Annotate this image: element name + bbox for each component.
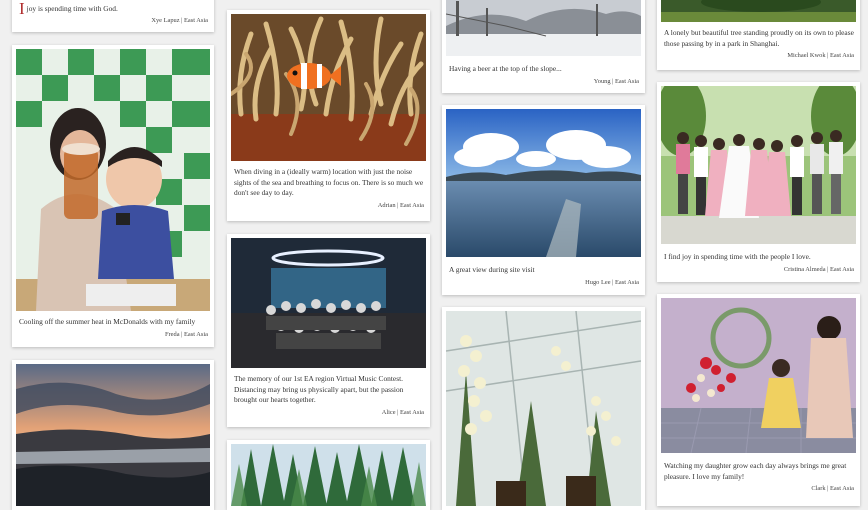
- post-photo-music-contest[interactable]: [231, 238, 426, 368]
- post-card[interactable]: I find joy in spending time with the peo…: [657, 82, 860, 282]
- post-author: Clark | East Asia: [811, 485, 854, 493]
- post-author: Xye Lapuz | East Asia: [151, 17, 208, 24]
- post-card[interactable]: When diving in a (ideally warm) location…: [227, 10, 430, 221]
- post-caption: The memory of our 1st EA region Virtual …: [234, 374, 404, 405]
- post-card[interactable]: A great view during site visit Hugo Lee …: [442, 105, 645, 295]
- post-card[interactable]: A lonely but beautiful tree standing pro…: [657, 0, 860, 70]
- post-caption: Having a beer at the top of the slope...: [449, 64, 562, 73]
- post-card[interactable]: [442, 307, 645, 510]
- post-author: Adrian | East Asia: [377, 202, 424, 210]
- post-caption: Cooling off the summer heat in McDonalds…: [19, 317, 196, 326]
- post-card[interactable]: Having a beer at the top of the slope...…: [442, 0, 645, 93]
- post-card[interactable]: [12, 360, 214, 510]
- post-caption: Watching my daughter grow each day alway…: [664, 461, 847, 481]
- post-author: Young | East Asia: [593, 77, 639, 85]
- post-caption: Ijoy is spending time with God.: [19, 0, 118, 18]
- post-card[interactable]: Ijoy is spending time with God. Xye Lapu…: [12, 0, 214, 32]
- post-photo-orchids[interactable]: [446, 311, 641, 506]
- post-caption: A lonely but beautiful tree standing pro…: [664, 28, 854, 48]
- post-photo-sunset[interactable]: [16, 364, 210, 506]
- post-caption: I find joy in spending time with the peo…: [664, 252, 811, 261]
- post-caption: A great view during site visit: [449, 265, 535, 274]
- post-photo-wedding-group[interactable]: [661, 86, 856, 244]
- post-photo-forest[interactable]: [231, 444, 426, 506]
- post-card[interactable]: Watching my daughter grow each day alway…: [657, 294, 860, 506]
- post-card[interactable]: [227, 440, 430, 510]
- post-photo-lake[interactable]: [446, 109, 641, 257]
- post-author: Hugo Lee | East Asia: [585, 278, 639, 286]
- post-photo-mother-baby[interactable]: [16, 49, 210, 311]
- post-author: Cristina Almeda | East Asia: [783, 265, 854, 273]
- post-card[interactable]: Cooling off the summer heat in McDonalds…: [12, 45, 214, 347]
- post-photo-clownfish[interactable]: [231, 14, 426, 161]
- dropcap: I: [19, 0, 25, 18]
- post-author: Alice | East Asia: [381, 409, 424, 417]
- post-author: Michael Kwok | East Asia: [787, 52, 854, 60]
- post-card[interactable]: The memory of our 1st EA region Virtual …: [227, 234, 430, 427]
- post-photo-tree[interactable]: [661, 0, 856, 22]
- post-author: Freda | East Asia: [164, 330, 208, 338]
- post-photo-mother-daughter[interactable]: [661, 298, 856, 453]
- post-caption: When diving in a (ideally warm) location…: [234, 167, 424, 198]
- post-photo-snow-slope[interactable]: [446, 0, 641, 56]
